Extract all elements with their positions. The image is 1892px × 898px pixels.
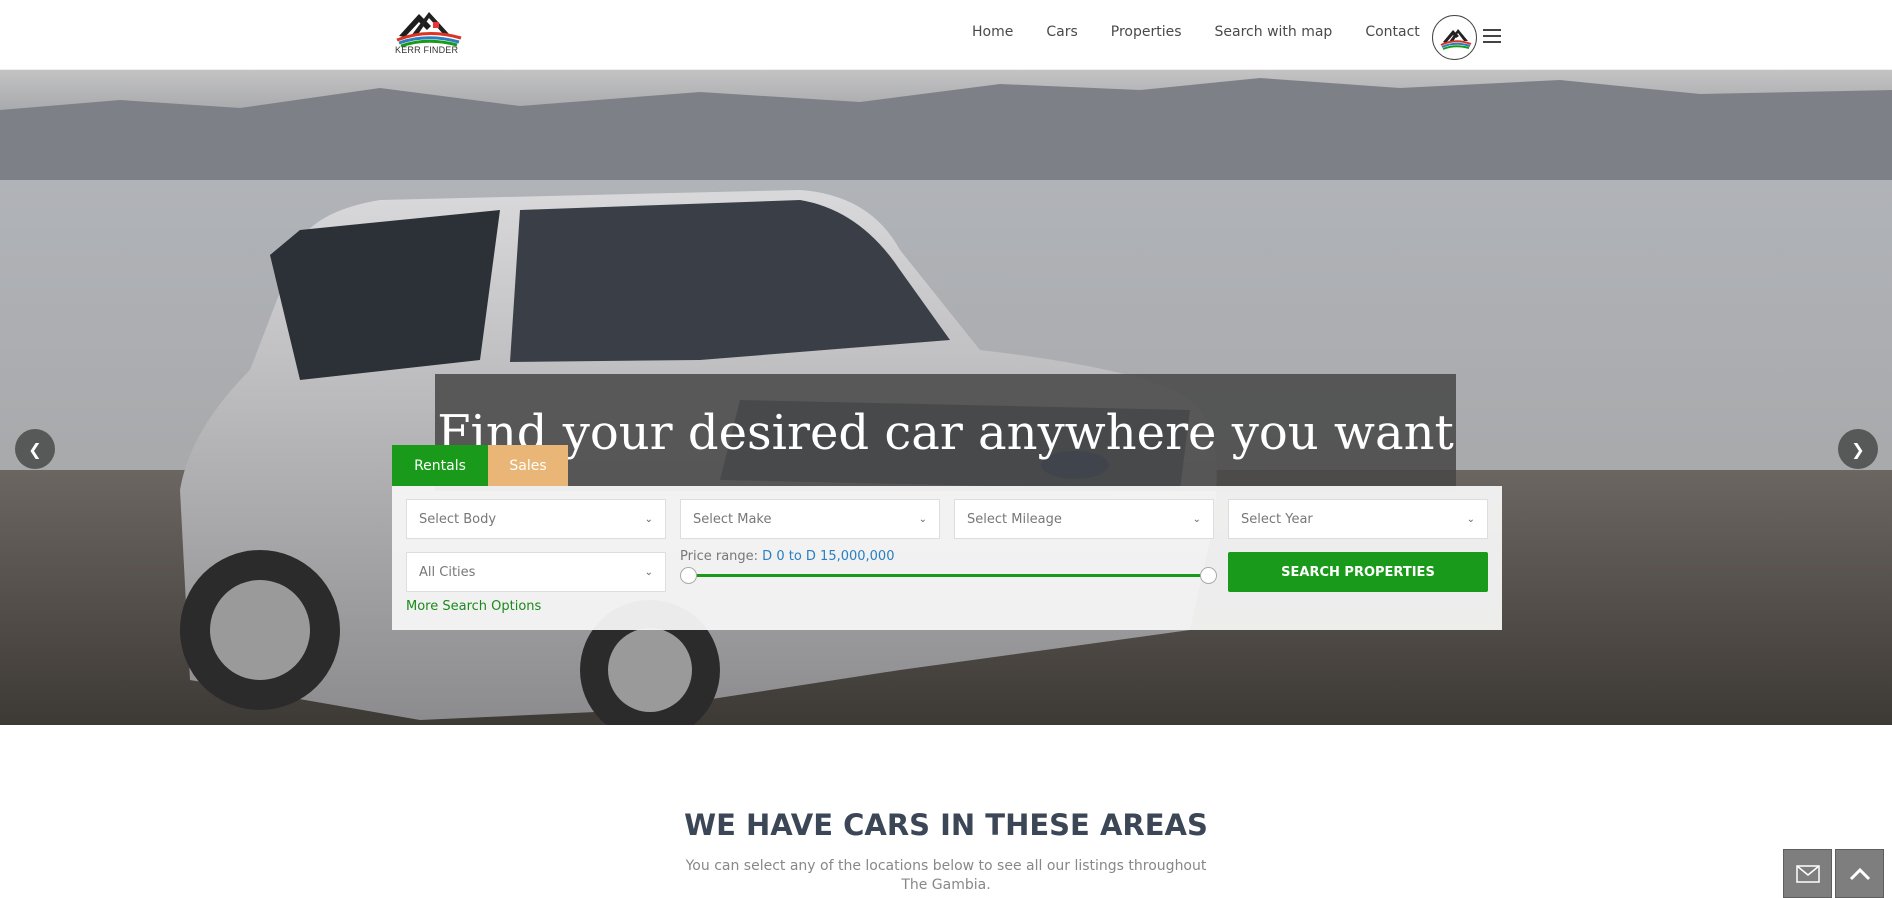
chevron-left-icon: ❮	[28, 439, 42, 459]
search-tabs: Rentals Sales	[392, 445, 568, 486]
select-make[interactable]: Select Make ⌄	[680, 499, 940, 539]
envelope-icon	[1795, 864, 1820, 883]
chevron-down-icon: ⌄	[644, 513, 653, 525]
section-subtitle: You can select any of the locations belo…	[685, 858, 1207, 893]
price-range-max-handle[interactable]	[1199, 567, 1217, 584]
select-year[interactable]: Select Year ⌄	[1228, 499, 1488, 539]
headline-banner: Find your desired car anywhere you want	[435, 374, 1456, 491]
contact-float-button[interactable]	[1783, 849, 1832, 898]
slider-prev-button[interactable]: ❮	[15, 429, 55, 469]
chevron-down-icon: ⌄	[918, 513, 927, 525]
hero-headline: Find your desired car anywhere you want	[437, 404, 1454, 461]
price-range-label: Price range: D 0 to D 15,000,000	[680, 549, 894, 564]
search-panel: Select Body ⌄ Select Make ⌄ Select Milea…	[392, 486, 1502, 630]
select-year-value: Select Year	[1241, 511, 1313, 527]
back-to-top-button[interactable]	[1835, 849, 1884, 898]
nav-properties[interactable]: Properties	[1111, 24, 1182, 40]
menu-icon[interactable]	[1483, 29, 1501, 43]
site-header: KERR FINDER Home Cars Properties Search …	[0, 0, 1892, 70]
nav-search-with-map[interactable]: Search with map	[1215, 24, 1333, 40]
chevron-down-icon: ⌄	[1466, 513, 1475, 525]
search-properties-button[interactable]: SEARCH PROPERTIES	[1228, 552, 1488, 592]
chevron-right-icon: ❯	[1851, 439, 1865, 459]
slider-next-button[interactable]: ❯	[1838, 429, 1878, 469]
select-city-value: All Cities	[419, 564, 476, 580]
price-range-slider[interactable]	[688, 574, 1208, 577]
select-city[interactable]: All Cities ⌄	[406, 552, 666, 592]
select-body[interactable]: Select Body ⌄	[406, 499, 666, 539]
chevron-up-icon	[1849, 867, 1870, 880]
price-range-value: D 0 to D 15,000,000	[762, 549, 895, 564]
select-make-value: Select Make	[693, 511, 772, 527]
more-search-options-link[interactable]: More Search Options	[406, 599, 541, 614]
price-range-caption: Price range:	[680, 549, 759, 564]
logo-text: KERR FINDER	[395, 45, 459, 55]
user-avatar[interactable]	[1432, 15, 1477, 60]
section-title: WE HAVE CARS IN THESE AREAS	[684, 808, 1208, 842]
select-mileage-value: Select Mileage	[967, 511, 1062, 527]
main-nav: Home Cars Properties Search with map Con…	[972, 24, 1453, 40]
tab-sales[interactable]: Sales	[488, 445, 568, 486]
chevron-down-icon: ⌄	[644, 566, 653, 578]
nav-cars[interactable]: Cars	[1046, 24, 1077, 40]
chevron-down-icon: ⌄	[1192, 513, 1201, 525]
select-body-value: Select Body	[419, 511, 497, 527]
price-range-min-handle[interactable]	[679, 567, 697, 584]
nav-home[interactable]: Home	[972, 24, 1013, 40]
select-mileage[interactable]: Select Mileage ⌄	[954, 499, 1214, 539]
tab-rentals[interactable]: Rentals	[392, 445, 488, 486]
nav-contact[interactable]: Contact	[1365, 24, 1419, 40]
